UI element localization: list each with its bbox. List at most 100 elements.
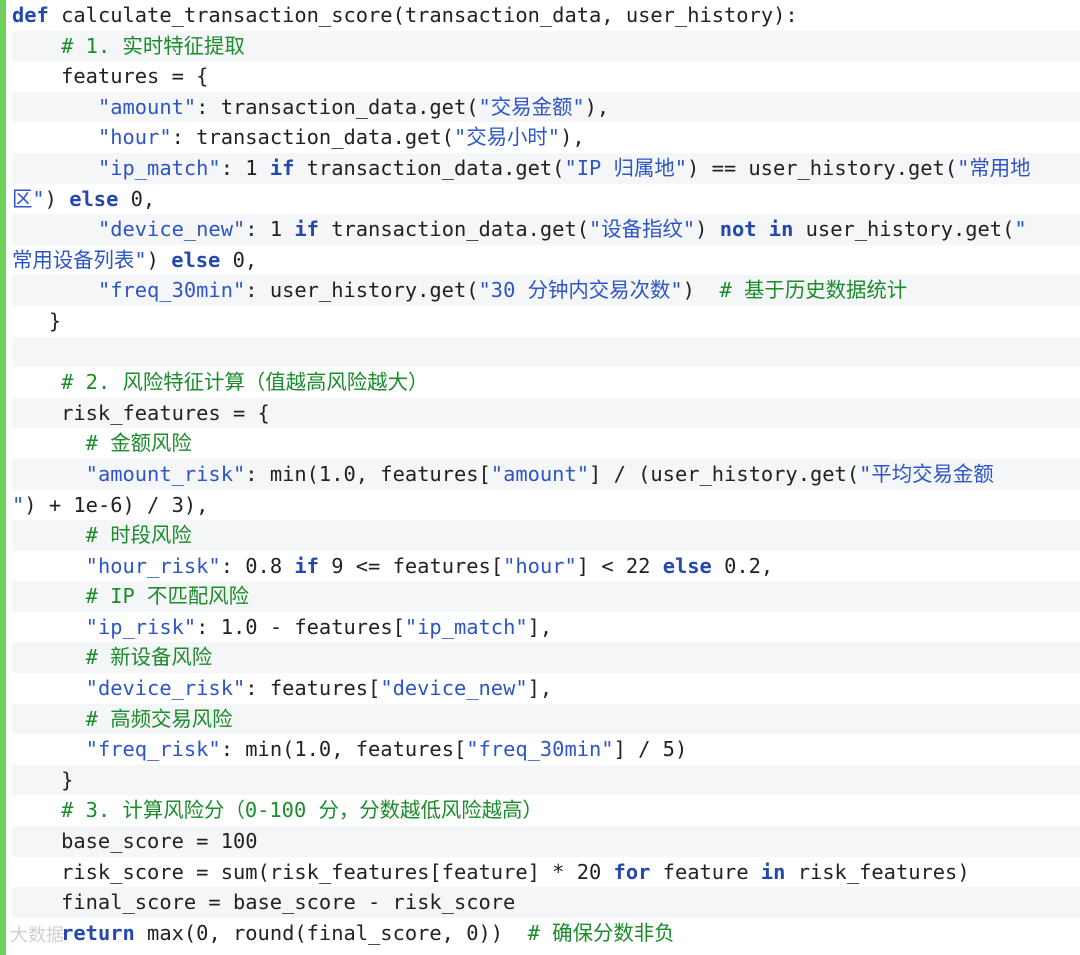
code-token: "IP 归属地" [564,155,688,180]
code-token: "常用地 [957,155,1031,180]
code-token: " [12,492,25,517]
code-line: ") + 1e-6) / 3), [12,490,1080,521]
code-token: # 新设备风险 [85,645,213,670]
code-token: base_score = 100 [12,829,258,854]
code-token: # 3. 计算风险分（0-100 分，分数越低风险越高） [61,798,543,823]
code-token: ) == user_history.get( [687,155,958,180]
code-token: 区" [12,186,45,211]
code-token: "ip_match" [404,614,528,639]
code-token: else [171,247,221,272]
code-token: "hour_risk" [85,553,221,578]
code-token: "device_risk" [85,676,246,701]
code-token: if [294,553,319,578]
code-token: max(0, round(final_score, 0)) [134,920,528,945]
code-line: # IP 不匹配风险 [12,581,1080,612]
code-token: "device_new" [97,217,246,242]
code-line: # 高频交易风险 [12,703,1080,735]
code-line: "ip_match": 1 if transaction_data.get("I… [12,152,1080,184]
code-token: : min(1.0, features[ [245,461,491,486]
code-line: } [12,764,1080,796]
code-token: # 1. 实时特征提取 [61,33,245,58]
code-token: in [760,859,786,884]
code-token: 0, [220,247,258,272]
code-token: : features[ [245,676,381,701]
code-token: user_history.get( [793,217,1015,242]
code-token: if [294,217,319,242]
code-token: ) [44,186,70,211]
code-token: : user_history.get( [245,278,479,303]
code-token: ) [695,217,720,242]
code-token: else [69,186,119,211]
code-line: "ip_risk": 1.0 - features["ip_match"], [12,612,1080,643]
code-token: 常用设备列表" [12,247,147,272]
code-token: # 高频交易风险 [85,706,233,731]
code-token: : 0.8 [220,553,295,578]
code-token: ) [682,278,720,303]
code-token: # 时段风险 [85,523,192,548]
code-token: "freq_30min" [97,278,246,303]
code-token: : 1.0 - features[ [196,614,405,639]
code-token: "hour" [97,125,172,150]
code-token: ) + 1e-6) / 3), [24,492,209,517]
code-token: "ip_risk" [85,614,197,639]
code-token: feature [650,859,761,884]
code-line: # 新设备风险 [12,642,1080,674]
code-line: risk_features = { [12,397,1080,429]
code-token: if [269,155,295,180]
code-line: # 2. 风险特征计算（值越高风险越大） [12,367,1080,398]
code-token: # IP 不匹配风险 [85,584,250,609]
code-line: "amount_risk": min(1.0, features["amount… [12,458,1080,490]
code-token: ) [146,247,172,272]
code-token: "amount_risk" [85,461,246,486]
code-line: } [12,306,1080,337]
code-token: ), [560,125,585,150]
code-token: "freq_risk" [85,737,221,762]
code-line: # 3. 计算风险分（0-100 分，分数越低风险越高） [12,795,1080,826]
code-token: "device_new" [380,676,528,701]
code-token: : min(1.0, features[ [220,737,467,762]
code-token: # 2. 风险特征计算（值越高风险越大） [61,370,429,395]
code-token: final_score = base_score - risk_score [12,890,516,915]
code-token: ], [527,676,553,701]
code-token: def [12,3,49,27]
code-line: "freq_risk": min(1.0, features["freq_30m… [12,734,1080,765]
code-editor[interactable]: def calculate_transaction_score(transact… [0,0,1080,955]
code-token: : transaction_data.get( [196,94,479,119]
code-token: risk_score = sum(risk_features[feature] … [12,859,614,884]
code-token: "交易小时" [453,125,561,150]
code-token: "ip_match" [97,155,221,180]
code-token: ], [527,614,553,639]
code-token: risk_features = { [12,400,270,425]
code-token: "freq_30min" [466,737,614,762]
code-token: "交易金额" [478,94,585,119]
code-token: "amount" [490,461,590,486]
code-token: return [61,920,135,945]
code-line: "freq_30min": user_history.get("30 分钟内交易… [12,275,1080,306]
code-token: } [12,308,62,333]
code-token: # 金额风险 [85,431,192,456]
code-token: "设备指纹" [589,217,696,242]
code-token: transaction_data.get( [318,217,590,242]
code-token: "amount" [97,94,197,119]
code-token: # 确保分数非负 [527,920,675,945]
code-token: } [12,767,74,792]
code-token: not in [719,217,794,242]
code-line: # 1. 实时特征提取 [12,30,1080,62]
code-line: "amount": transaction_data.get("交易金额"), [12,91,1080,123]
code-line [12,336,1080,368]
code-line: "hour_risk": 0.8 if 9 <= features["hour"… [12,551,1080,582]
code-line: 常用设备列表") else 0, [12,245,1080,276]
code-token: transaction_data.get( [294,155,565,180]
